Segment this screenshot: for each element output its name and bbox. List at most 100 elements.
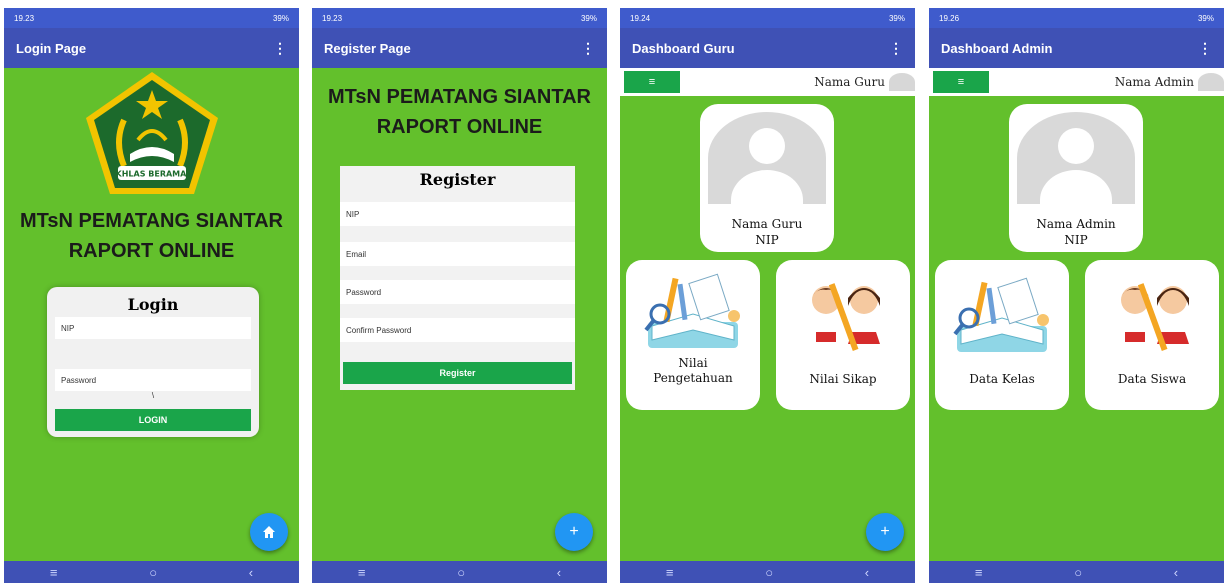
home-nav-icon[interactable]: ○ bbox=[1074, 565, 1082, 580]
avatar bbox=[1198, 73, 1224, 91]
logo-text: IKHLAS BERAMAL bbox=[113, 170, 192, 179]
system-nav-bar: ≡ ○ ‹ bbox=[620, 561, 915, 583]
back-icon[interactable]: ‹ bbox=[865, 565, 869, 580]
nip-input[interactable]: NIP bbox=[55, 317, 251, 339]
students-icon bbox=[1121, 283, 1189, 351]
password-input[interactable]: Password bbox=[55, 369, 251, 391]
dashboard-admin-screen: 19.26 39% Dashboard Admin ⋮ ≡ Nama Admin… bbox=[929, 8, 1224, 583]
app-bar: Login Page ⋮ bbox=[4, 28, 299, 68]
recent-apps-icon[interactable]: ≡ bbox=[358, 565, 366, 580]
data-kelas-tile[interactable]: Data Kelas bbox=[935, 260, 1069, 410]
school-supplies-icon bbox=[644, 273, 740, 348]
hamburger-icon: ≡ bbox=[648, 76, 656, 88]
back-icon[interactable]: ‹ bbox=[557, 565, 561, 580]
system-nav-bar: ≡ ○ ‹ bbox=[929, 561, 1224, 583]
app-bar: Dashboard Guru ⋮ bbox=[620, 28, 915, 68]
nilai-sikap-tile[interactable]: Nilai Sikap bbox=[776, 260, 910, 410]
status-battery: 39% bbox=[580, 13, 597, 23]
recent-apps-icon[interactable]: ≡ bbox=[666, 565, 674, 580]
more-options-icon[interactable]: ⋮ bbox=[889, 40, 903, 57]
more-options-icon[interactable]: ⋮ bbox=[273, 40, 287, 57]
app-bar: Register Page ⋮ bbox=[312, 28, 607, 68]
status-battery: 39% bbox=[888, 13, 905, 23]
app-subtitle: RAPORT ONLINE bbox=[68, 240, 235, 262]
status-battery: 39% bbox=[1197, 13, 1214, 23]
profile-name: Nama Guru bbox=[731, 217, 803, 231]
home-icon bbox=[263, 526, 275, 538]
tile-label: Data Siswa bbox=[1117, 372, 1187, 386]
user-name: Nama Guru bbox=[814, 75, 885, 89]
register-screen: 19.23 39% Register Page ⋮ MTsN PEMATANG … bbox=[312, 8, 607, 583]
status-time: 19.24 bbox=[630, 13, 651, 23]
profile-avatar-icon bbox=[1017, 112, 1135, 204]
school-title: MTsN PEMATANG SIANTAR bbox=[20, 210, 283, 232]
tile-label-line2: Pengetahuan bbox=[653, 371, 733, 385]
status-bar: 19.23 39% bbox=[312, 8, 607, 28]
status-battery: 39% bbox=[272, 13, 289, 23]
login-title: Login bbox=[127, 295, 179, 314]
home-nav-icon[interactable]: ○ bbox=[765, 565, 773, 580]
avatar bbox=[889, 73, 915, 91]
login-card: Login NIP Password \ LOGIN bbox=[47, 287, 259, 437]
system-nav-bar: ≡ ○ ‹ bbox=[312, 561, 607, 583]
page-title: Register Page bbox=[324, 40, 411, 56]
status-time: 19.26 bbox=[939, 13, 960, 23]
add-button[interactable]: + bbox=[866, 513, 904, 551]
profile-avatar-icon bbox=[708, 112, 826, 204]
login-button[interactable]: LOGIN bbox=[55, 409, 251, 431]
page-title: Login Page bbox=[16, 40, 87, 56]
school-supplies-icon bbox=[953, 277, 1049, 352]
logo-icon: IKHLAS BERAMAL bbox=[86, 72, 218, 194]
dashboard-guru-screen: 19.24 39% Dashboard Guru ⋮ ≡ Nama Guru N… bbox=[620, 8, 915, 583]
dashboard-toolbar: ≡ Nama Admin bbox=[929, 68, 1224, 96]
home-nav-icon[interactable]: ○ bbox=[457, 565, 465, 580]
back-icon[interactable]: ‹ bbox=[249, 565, 253, 580]
profile-nip: NIP bbox=[755, 233, 779, 247]
page-title: Dashboard Admin bbox=[941, 40, 1053, 56]
user-chip[interactable]: Nama Admin bbox=[1115, 73, 1224, 91]
home-nav-icon[interactable]: ○ bbox=[149, 565, 157, 580]
menu-button[interactable]: ≡ bbox=[624, 71, 680, 93]
backslash-text: \ bbox=[151, 391, 155, 400]
user-name: Nama Admin bbox=[1114, 75, 1194, 89]
status-bar: 19.23 39% bbox=[4, 8, 299, 28]
tile-label: Nilai Sikap bbox=[809, 372, 877, 386]
data-siswa-tile[interactable]: Data Siswa bbox=[1085, 260, 1219, 410]
register-card: Register NIP Email Password Confirm Pass… bbox=[340, 166, 575, 390]
menu-button[interactable]: ≡ bbox=[933, 71, 989, 93]
password-input[interactable]: Password bbox=[340, 280, 575, 304]
nilai-pengetahuan-tile[interactable]: Nilai Pengetahuan bbox=[626, 260, 760, 410]
more-options-icon[interactable]: ⋮ bbox=[581, 40, 595, 57]
profile-name: Nama Admin bbox=[1036, 217, 1116, 231]
tile-label-line1: Nilai bbox=[678, 356, 708, 370]
status-time: 19.23 bbox=[322, 13, 343, 23]
school-title: MTsN PEMATANG SIANTAR bbox=[328, 86, 591, 108]
tile-label: Data Kelas bbox=[969, 372, 1035, 386]
recent-apps-icon[interactable]: ≡ bbox=[975, 565, 983, 580]
register-title: Register bbox=[419, 170, 496, 189]
app-subtitle: RAPORT ONLINE bbox=[376, 116, 543, 138]
status-bar: 19.24 39% bbox=[620, 8, 915, 28]
more-options-icon[interactable]: ⋮ bbox=[1198, 40, 1212, 57]
email-input[interactable]: Email bbox=[340, 242, 575, 266]
hamburger-icon: ≡ bbox=[957, 76, 965, 88]
add-button[interactable]: + bbox=[555, 513, 593, 551]
dashboard-toolbar: ≡ Nama Guru bbox=[620, 68, 915, 96]
system-nav-bar: ≡ ○ ‹ bbox=[4, 561, 299, 583]
profile-card[interactable]: Nama Admin NIP bbox=[1009, 104, 1143, 252]
profile-card[interactable]: Nama Guru NIP bbox=[700, 104, 834, 252]
students-icon bbox=[812, 283, 880, 351]
recent-apps-icon[interactable]: ≡ bbox=[50, 565, 58, 580]
app-bar: Dashboard Admin ⋮ bbox=[929, 28, 1224, 68]
nip-input[interactable]: NIP bbox=[340, 202, 575, 226]
profile-nip: NIP bbox=[1064, 233, 1088, 247]
page-title: Dashboard Guru bbox=[632, 40, 735, 56]
register-button[interactable]: Register bbox=[343, 362, 572, 384]
user-chip[interactable]: Nama Guru bbox=[814, 73, 915, 91]
home-button[interactable] bbox=[250, 513, 288, 551]
status-time: 19.23 bbox=[14, 13, 35, 23]
status-bar: 19.26 39% bbox=[929, 8, 1224, 28]
login-screen: 19.23 39% Login Page ⋮ IKHLAS BERAMAL MT… bbox=[4, 8, 299, 583]
back-icon[interactable]: ‹ bbox=[1174, 565, 1178, 580]
confirm-password-input[interactable]: Confirm Password bbox=[340, 318, 575, 342]
